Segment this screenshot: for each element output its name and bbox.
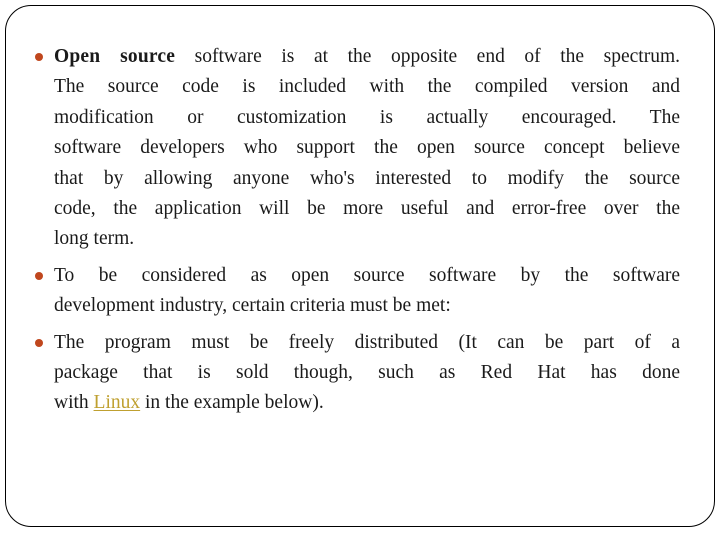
line-text-after-link: in the example below). — [140, 392, 324, 414]
bullet-paragraph: The program must be freely distributed (… — [54, 328, 680, 419]
bullet-dot-icon — [35, 271, 43, 280]
text-line: To be considered as open source software… — [54, 264, 680, 286]
text-line: modification or customization is actuall… — [54, 106, 680, 128]
text-line: The program must be freely distributed (… — [54, 331, 680, 353]
linux-hyperlink[interactable]: Linux — [94, 392, 141, 413]
bullet-item-freely-distributed: The program must be freely distributed (… — [28, 328, 680, 419]
text-line: with Linux in the example below). — [54, 388, 680, 418]
bullet-dot-icon — [35, 53, 43, 61]
slide-content-body: Open source software is at the opposite … — [28, 42, 680, 419]
text-line: that by allowing anyone who's interested… — [54, 167, 680, 189]
text-line: long term. — [54, 228, 135, 250]
text-line: code, the application will be more usefu… — [54, 198, 680, 220]
presentation-slide: Open source software is at the opposite … — [0, 0, 720, 540]
text-line: development industry, certain criteria m… — [54, 295, 451, 317]
bullet-item-open-source: Open source software is at the opposite … — [28, 42, 680, 255]
text-line: software developers who support the open… — [54, 137, 680, 159]
text-line: The source code is included with the com… — [54, 76, 680, 98]
text-line: package that is sold though, such as Red… — [54, 362, 680, 384]
text-line: Open source software is at the opposite … — [54, 42, 680, 72]
line-text: with — [54, 392, 94, 414]
bullet-item-criteria-intro: To be considered as open source software… — [28, 261, 680, 322]
bullet-paragraph: Open source software is at the opposite … — [54, 42, 680, 255]
bullet-paragraph: To be considered as open source software… — [54, 261, 680, 322]
bullet-dot-icon — [35, 338, 43, 347]
lead-emphasis: Open source — [54, 46, 176, 67]
line-text: software is at the opposite end of the s… — [175, 46, 680, 67]
